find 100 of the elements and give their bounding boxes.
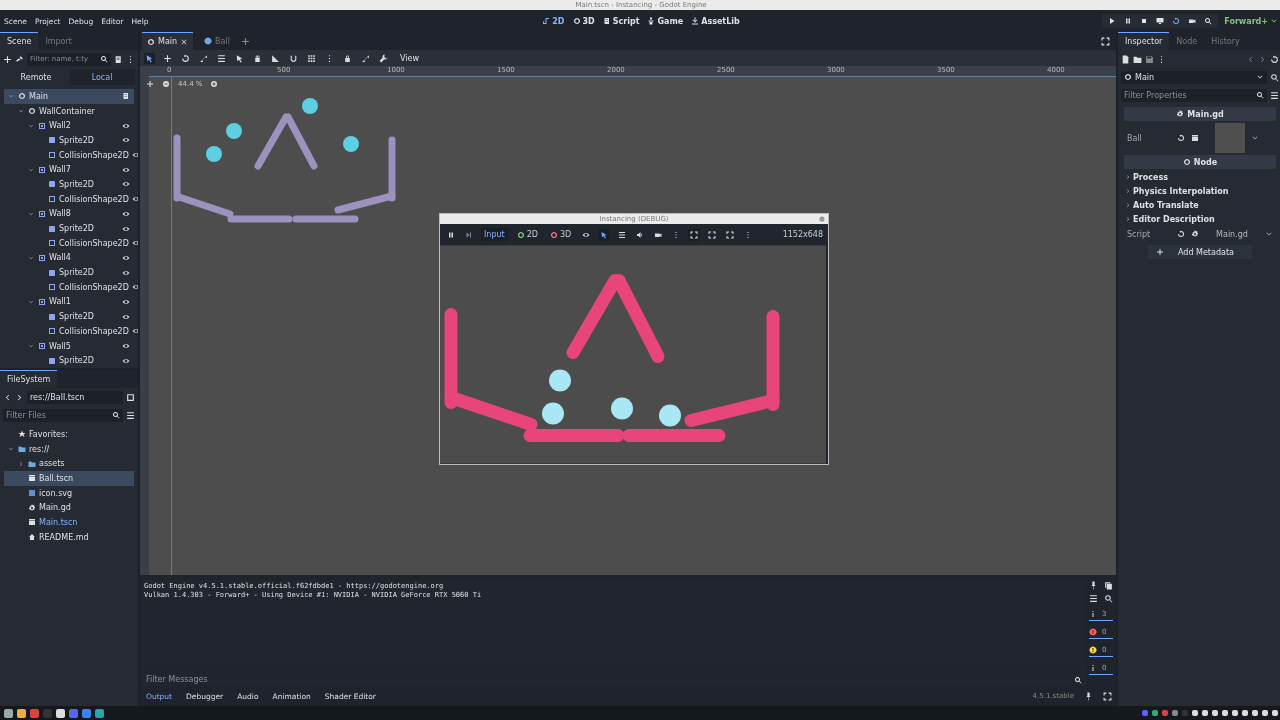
property-group[interactable]: Auto Translate: [1124, 199, 1276, 211]
scene-tree-item[interactable]: Main: [4, 89, 134, 104]
settings-icon[interactable]: [1270, 90, 1279, 100]
input-toggle[interactable]: Input: [481, 228, 508, 241]
property-value[interactable]: Main.gd: [1205, 229, 1259, 239]
visibility-icon[interactable]: [131, 327, 138, 336]
reload-tool-icon[interactable]: [180, 52, 191, 64]
caret-icon[interactable]: [28, 166, 34, 173]
scene-tree-item[interactable]: Sprite2D: [4, 353, 134, 368]
dropdown-icon[interactable]: [1265, 230, 1273, 238]
pointer-icon[interactable]: [598, 228, 611, 241]
script-icon[interactable]: [114, 54, 123, 64]
scene-tree-item[interactable]: CollisionShape2D: [4, 235, 134, 251]
scene-tree-item[interactable]: CollisionShape2D: [4, 324, 134, 339]
pause-icon[interactable]: [1124, 17, 1133, 25]
scene-tree-item[interactable]: WallContainer: [4, 103, 134, 119]
reset-icon[interactable]: [1177, 134, 1185, 142]
scene-tree-item[interactable]: Wall1: [4, 294, 134, 310]
pin-icon[interactable]: [1084, 691, 1093, 701]
scene-tree-item[interactable]: Sprite2D: [4, 309, 134, 324]
visibility-icon[interactable]: [131, 239, 138, 248]
scene-tree-item[interactable]: Wall7: [4, 162, 134, 178]
caret-icon[interactable]: [18, 460, 24, 467]
dock-tab[interactable]: History: [1204, 32, 1247, 50]
back-icon[interactable]: [3, 392, 12, 402]
monitor-icon[interactable]: [1156, 17, 1165, 25]
expand-icon[interactable]: [1103, 691, 1112, 701]
stop-icon[interactable]: [1140, 17, 1149, 25]
scene-tree-item[interactable]: Wall4: [4, 250, 134, 266]
docs-icon[interactable]: [1270, 72, 1279, 82]
property-group[interactable]: Editor Description: [1124, 213, 1276, 225]
scene-tree-item[interactable]: Sprite2D: [4, 265, 134, 280]
object-selector[interactable]: Main: [1121, 70, 1267, 84]
scene-tree-item[interactable]: CollisionShape2D: [4, 279, 134, 295]
visibility-icon[interactable]: [122, 253, 130, 262]
folder-icon[interactable]: [1133, 54, 1142, 64]
file-item[interactable]: res://: [4, 441, 134, 457]
file-item[interactable]: Main.tscn: [4, 515, 134, 530]
caret-icon[interactable]: [8, 446, 14, 453]
search-icon[interactable]: [1204, 17, 1213, 25]
play-icon[interactable]: [1108, 17, 1117, 25]
camera-icon[interactable]: [1188, 17, 1197, 25]
visibility-icon[interactable]: [131, 195, 138, 204]
close-icon[interactable]: [180, 37, 189, 46]
link-icon[interactable]: [15, 54, 24, 64]
list-tool-icon[interactable]: [216, 52, 227, 64]
mode-button[interactable]: 2D: [513, 228, 541, 241]
scene-tree-item[interactable]: CollisionShape2D: [4, 191, 134, 207]
workspace-tab[interactable]: Script: [602, 16, 640, 26]
workspace-tab[interactable]: 2D: [542, 16, 565, 26]
scene-tree-item[interactable]: Sprite2D: [4, 133, 134, 148]
scene-tree-item[interactable]: CollisionShape2D: [4, 147, 134, 163]
caret-icon[interactable]: [28, 254, 34, 261]
dropdown-icon[interactable]: [1251, 134, 1259, 142]
favorites-item[interactable]: Favorites:: [29, 429, 134, 439]
view-menu[interactable]: View: [400, 53, 419, 63]
visibility-icon[interactable]: [122, 136, 130, 145]
visibility-icon[interactable]: [122, 342, 130, 351]
filter-field[interactable]: Filter Files: [3, 408, 123, 422]
grid-tool-icon[interactable]: [306, 52, 317, 64]
zoom-out-icon[interactable]: [162, 80, 170, 88]
visibility-icon[interactable]: [122, 209, 130, 218]
add-metadata-button[interactable]: Add Metadata: [1148, 245, 1252, 259]
dock-tab[interactable]: Node: [1169, 32, 1205, 50]
visibility-icon[interactable]: [122, 312, 130, 321]
editor-tab[interactable]: Ball: [199, 32, 235, 50]
workspace-tab[interactable]: AssetLib: [691, 16, 740, 26]
dock-tab[interactable]: Import: [38, 32, 79, 50]
visibility-icon[interactable]: [122, 165, 130, 174]
layout-icon[interactable]: [126, 392, 135, 402]
file-item[interactable]: assets: [4, 456, 134, 472]
scene-tree-item[interactable]: Wall8: [4, 206, 134, 222]
property-group[interactable]: Process: [1124, 171, 1276, 183]
scene-tree-item[interactable]: Wall5: [4, 338, 134, 354]
wrench-tool-icon[interactable]: [378, 52, 389, 64]
visibility-icon[interactable]: [122, 356, 130, 365]
plus-tool-icon[interactable]: [162, 52, 173, 64]
visibility-icon[interactable]: [122, 224, 130, 233]
visibility-icon[interactable]: [131, 283, 138, 292]
script-icon[interactable]: [122, 92, 130, 101]
renderer-dropdown[interactable]: Forward+: [1224, 16, 1278, 26]
scene-tree-item[interactable]: Sprite2D: [4, 177, 134, 192]
save-icon[interactable]: [1145, 54, 1154, 64]
lock-tool-icon[interactable]: [342, 52, 353, 64]
pan-icon[interactable]: [146, 80, 154, 88]
reset-icon[interactable]: [1177, 230, 1185, 238]
clear-icon[interactable]: [1089, 581, 1098, 590]
visibility-icon[interactable]: [122, 180, 130, 189]
mode-tab[interactable]: Remote: [3, 69, 69, 85]
copy-icon[interactable]: [1104, 581, 1113, 590]
dock-tab[interactable]: Scene: [0, 32, 39, 50]
zoom-in-icon[interactable]: [210, 80, 219, 88]
visibility-icon[interactable]: [122, 121, 130, 130]
ruler-tool-icon[interactable]: [270, 52, 281, 64]
caret-icon[interactable]: [28, 210, 34, 217]
path-field[interactable]: res://Ball.tscn: [27, 390, 123, 404]
property-group[interactable]: Physics Interpolation: [1124, 185, 1276, 197]
list-icon[interactable]: [1089, 594, 1098, 603]
visibility-icon[interactable]: [122, 297, 130, 306]
scene-tree-item[interactable]: Wall2: [4, 118, 134, 134]
